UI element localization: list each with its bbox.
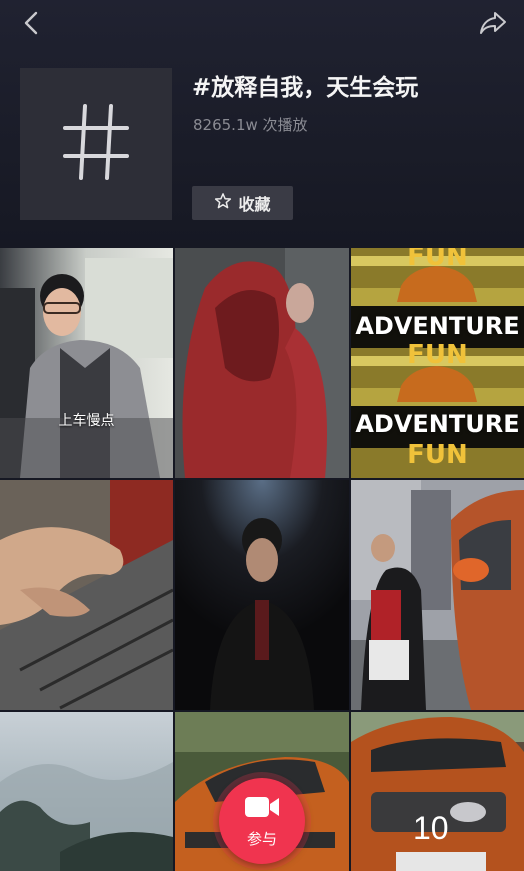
video-caption: 上车慢点 bbox=[58, 413, 115, 429]
play-count: 8265.1w 次播放 bbox=[193, 114, 308, 135]
video-thumbnail[interactable]: 10 bbox=[351, 712, 524, 871]
favorite-button[interactable]: 收藏 bbox=[192, 186, 293, 220]
overlay-text-fun: FUN bbox=[407, 340, 468, 370]
play-count-suffix: 次播放 bbox=[262, 116, 308, 134]
video-thumbnail-image bbox=[0, 248, 173, 478]
video-overlay-number: 10 bbox=[413, 810, 449, 846]
video-thumbnail-image bbox=[175, 248, 349, 478]
video-thumbnail[interactable] bbox=[0, 480, 173, 710]
overlay-text-adventure: ADVENTURE bbox=[355, 410, 520, 438]
join-challenge-button[interactable]: 参与 bbox=[219, 778, 305, 864]
overlay-text-adventure: ADVENTURE bbox=[355, 312, 520, 340]
video-thumbnail[interactable] bbox=[351, 480, 524, 710]
hashtag-icon bbox=[61, 102, 131, 186]
join-label: 参与 bbox=[246, 829, 277, 848]
share-button[interactable] bbox=[476, 8, 510, 42]
video-camera-icon bbox=[243, 794, 281, 824]
video-thumbnail-image bbox=[175, 480, 349, 710]
star-outline-icon bbox=[214, 192, 232, 214]
play-count-value: 8265.1w bbox=[193, 116, 258, 134]
video-thumbnail-image bbox=[0, 712, 173, 871]
video-thumbnail[interactable]: FUN ADVENTURE FUN ADVENTURE FUN bbox=[351, 248, 524, 478]
share-arrow-icon bbox=[478, 10, 508, 40]
back-button[interactable] bbox=[14, 8, 48, 42]
overlay-text-fun: FUN bbox=[407, 440, 468, 470]
challenge-title: #放释自我，天生会玩 bbox=[192, 75, 419, 101]
challenge-header: #放释自我，天生会玩 8265.1w 次播放 收藏 bbox=[0, 0, 524, 248]
video-thumbnail[interactable] bbox=[175, 480, 349, 710]
favorite-label: 收藏 bbox=[238, 195, 271, 214]
challenge-page: #放释自我，天生会玩 8265.1w 次播放 收藏 上车慢点 FUN ADVEN… bbox=[0, 0, 524, 871]
video-thumbnail[interactable] bbox=[0, 712, 173, 871]
challenge-cover bbox=[20, 68, 172, 220]
video-thumbnail[interactable]: 上车慢点 bbox=[0, 248, 173, 478]
video-thumbnail[interactable] bbox=[175, 248, 349, 478]
overlay-text-fun: FUN bbox=[407, 248, 468, 272]
video-thumbnail-image bbox=[0, 480, 173, 710]
video-thumbnail-image bbox=[351, 480, 524, 710]
chevron-left-icon bbox=[21, 10, 41, 40]
video-thumbnail-image bbox=[351, 712, 524, 871]
top-bar bbox=[0, 0, 524, 50]
